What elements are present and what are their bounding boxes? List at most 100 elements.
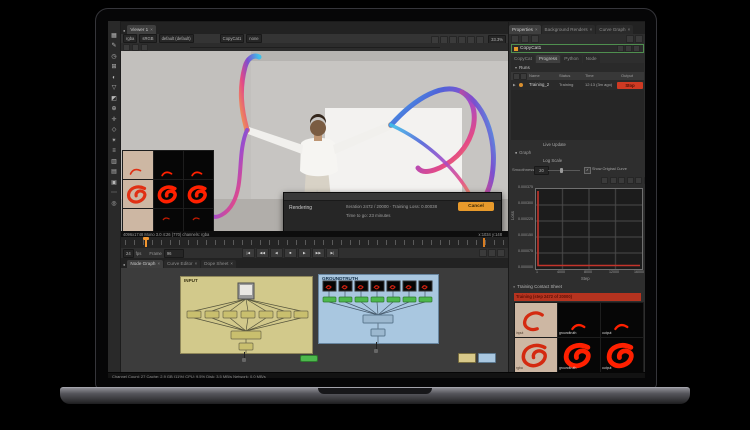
close-icon[interactable]: × <box>157 260 160 268</box>
subtab-copycat[interactable]: CopyCat <box>511 55 535 63</box>
loop-icon[interactable] <box>488 249 496 257</box>
smoothness-slider-thumb[interactable] <box>560 167 563 173</box>
fps-field[interactable]: 24 <box>123 248 134 258</box>
empty-properties-icon[interactable] <box>511 35 519 43</box>
layer-dropdown[interactable]: rgba <box>123 34 138 43</box>
gain-icon[interactable] <box>123 43 130 51</box>
gamma-icon[interactable] <box>132 43 139 51</box>
blue-node[interactable] <box>478 353 496 363</box>
subtab-progress[interactable]: Progress <box>535 55 561 63</box>
stereo-dropdown[interactable]: default (default) <box>158 34 194 43</box>
zoom-out-icon[interactable] <box>609 177 617 184</box>
dot-node[interactable] <box>242 358 246 362</box>
time-icon[interactable]: ◷ <box>109 53 120 62</box>
close-icon[interactable]: × <box>230 260 233 268</box>
transport-button-5[interactable]: ▶▶ <box>311 248 325 258</box>
stop-training-button[interactable]: Stop <box>617 81 643 89</box>
close-icon[interactable]: × <box>535 25 538 34</box>
frame-field[interactable]: 96 <box>163 248 184 258</box>
runs-tree-row[interactable]: ▾ Runs <box>511 63 644 72</box>
backdrop-groundtruth[interactable]: GROUNDTRUTH <box>318 274 439 344</box>
show-original-checkbox[interactable]: ✓ <box>584 166 591 174</box>
timeline-ruler[interactable] <box>125 240 504 245</box>
merge-icon[interactable]: ⊕ <box>109 105 120 114</box>
close-icon[interactable]: × <box>195 260 198 268</box>
zoom-in-icon[interactable] <box>601 177 608 184</box>
lock-range-icon[interactable] <box>479 249 487 257</box>
pan-icon[interactable] <box>626 177 634 184</box>
tab-curve-editor[interactable]: Curve Editor × <box>164 260 201 268</box>
transport-button-4[interactable]: ▶ <box>297 248 311 258</box>
fit-graph-icon[interactable] <box>618 177 625 184</box>
toolsets-icon[interactable]: ▣ <box>109 179 120 188</box>
input-b-dropdown[interactable]: none <box>246 34 262 43</box>
tab-dope-sheet[interactable]: Dope Sheet × <box>201 260 236 268</box>
tab-properties[interactable]: Properties × <box>509 25 541 34</box>
color-icon[interactable]: ◐ <box>109 74 120 83</box>
center-node-icon[interactable] <box>617 45 624 52</box>
tab-node-graph[interactable]: Node Graph × <box>127 260 164 268</box>
viewer-image[interactable]: Rendering Iteration 2472 / 20000 · Train… <box>121 51 508 237</box>
pin-icon[interactable] <box>521 35 529 43</box>
node-color-swatch[interactable] <box>514 46 518 51</box>
other-icon[interactable]: ⋯ <box>109 189 120 198</box>
roi-icon[interactable] <box>141 43 148 51</box>
display-dropdown[interactable]: sRGB <box>139 34 157 43</box>
close-icon[interactable]: × <box>628 25 631 34</box>
keyer-icon[interactable]: ◩ <box>109 95 120 104</box>
input-a-dropdown[interactable]: CopyCat1 <box>219 34 245 43</box>
subtab-node[interactable]: Node <box>582 55 600 63</box>
tab-background-renders[interactable]: Background Renders × <box>541 25 596 34</box>
smoothness-value[interactable]: 20 <box>534 166 549 175</box>
tree-expander-icon[interactable]: ▾ <box>515 65 517 70</box>
transport-button-6[interactable]: ▶| <box>325 248 339 258</box>
tan-node[interactable] <box>458 353 476 363</box>
smoothness-slider[interactable] <box>548 169 580 171</box>
transport-button-2[interactable]: ◀ <box>269 248 283 258</box>
close-icon[interactable]: × <box>590 25 593 34</box>
tab-curve-graph[interactable]: Curve Graph × <box>596 25 634 34</box>
views-icon[interactable]: ▥ <box>109 158 120 167</box>
metadata-icon[interactable]: ▤ <box>109 168 120 177</box>
plugins-icon[interactable]: ◎ <box>109 200 120 209</box>
subtab-python[interactable]: Python <box>561 55 582 63</box>
particles-icon[interactable]: ✴ <box>109 137 120 146</box>
help-icon[interactable] <box>626 35 634 43</box>
transport-button-0[interactable]: |◀ <box>241 248 255 258</box>
node-properties-header[interactable]: CopyCat1 <box>511 44 644 53</box>
dot-node[interactable] <box>374 349 378 353</box>
gear-icon[interactable] <box>635 35 643 43</box>
graph-radio[interactable]: ● Graph <box>515 150 531 155</box>
pane-menu-icon[interactable]: ● <box>123 262 125 267</box>
fullscreen-icon[interactable] <box>497 249 505 257</box>
close-icon[interactable] <box>633 45 640 52</box>
image-icon[interactable]: ▦ <box>109 32 120 41</box>
filter-icon[interactable]: ▽ <box>109 84 120 93</box>
gain-slider[interactable] <box>190 46 440 48</box>
green-node[interactable] <box>300 355 318 362</box>
dialog-titlebar[interactable] <box>284 193 501 201</box>
float-panel-icon[interactable] <box>625 45 632 52</box>
transport-button-3[interactable]: ■ <box>283 248 297 258</box>
deep-icon[interactable]: ≡ <box>109 147 120 156</box>
draw-icon[interactable]: ✎ <box>109 42 120 51</box>
contact-sheet-header[interactable]: ● Training Contact Sheet <box>513 284 562 289</box>
row-expander-icon[interactable]: ▶ <box>513 83 516 87</box>
transform-icon[interactable]: ✛ <box>109 116 120 125</box>
playhead-flag[interactable] <box>143 237 149 240</box>
3d-icon[interactable]: ◇ <box>109 126 120 135</box>
channel-icon[interactable]: ⊞ <box>109 63 120 72</box>
snapshot-icon[interactable] <box>635 177 642 184</box>
range-end-marker[interactable] <box>483 238 485 247</box>
close-icon[interactable]: × <box>150 25 153 34</box>
backdrop-input[interactable]: INPUT <box>180 276 313 354</box>
lock-icon[interactable] <box>531 35 539 43</box>
training-contact-sheet[interactable]: input groundtruth output rgba groundtrut… <box>514 302 644 373</box>
timeline[interactable] <box>121 237 508 248</box>
transport-button-1[interactable]: ◀◀ <box>255 248 269 258</box>
cancel-button[interactable]: Cancel <box>458 202 494 211</box>
tab-viewer1[interactable]: Viewer 1 × <box>127 25 156 34</box>
loss-graph-plot[interactable] <box>535 188 643 270</box>
viewer-contact-sheet-overlay[interactable] <box>122 150 214 237</box>
pane-menu-icon[interactable]: ● <box>123 28 125 33</box>
